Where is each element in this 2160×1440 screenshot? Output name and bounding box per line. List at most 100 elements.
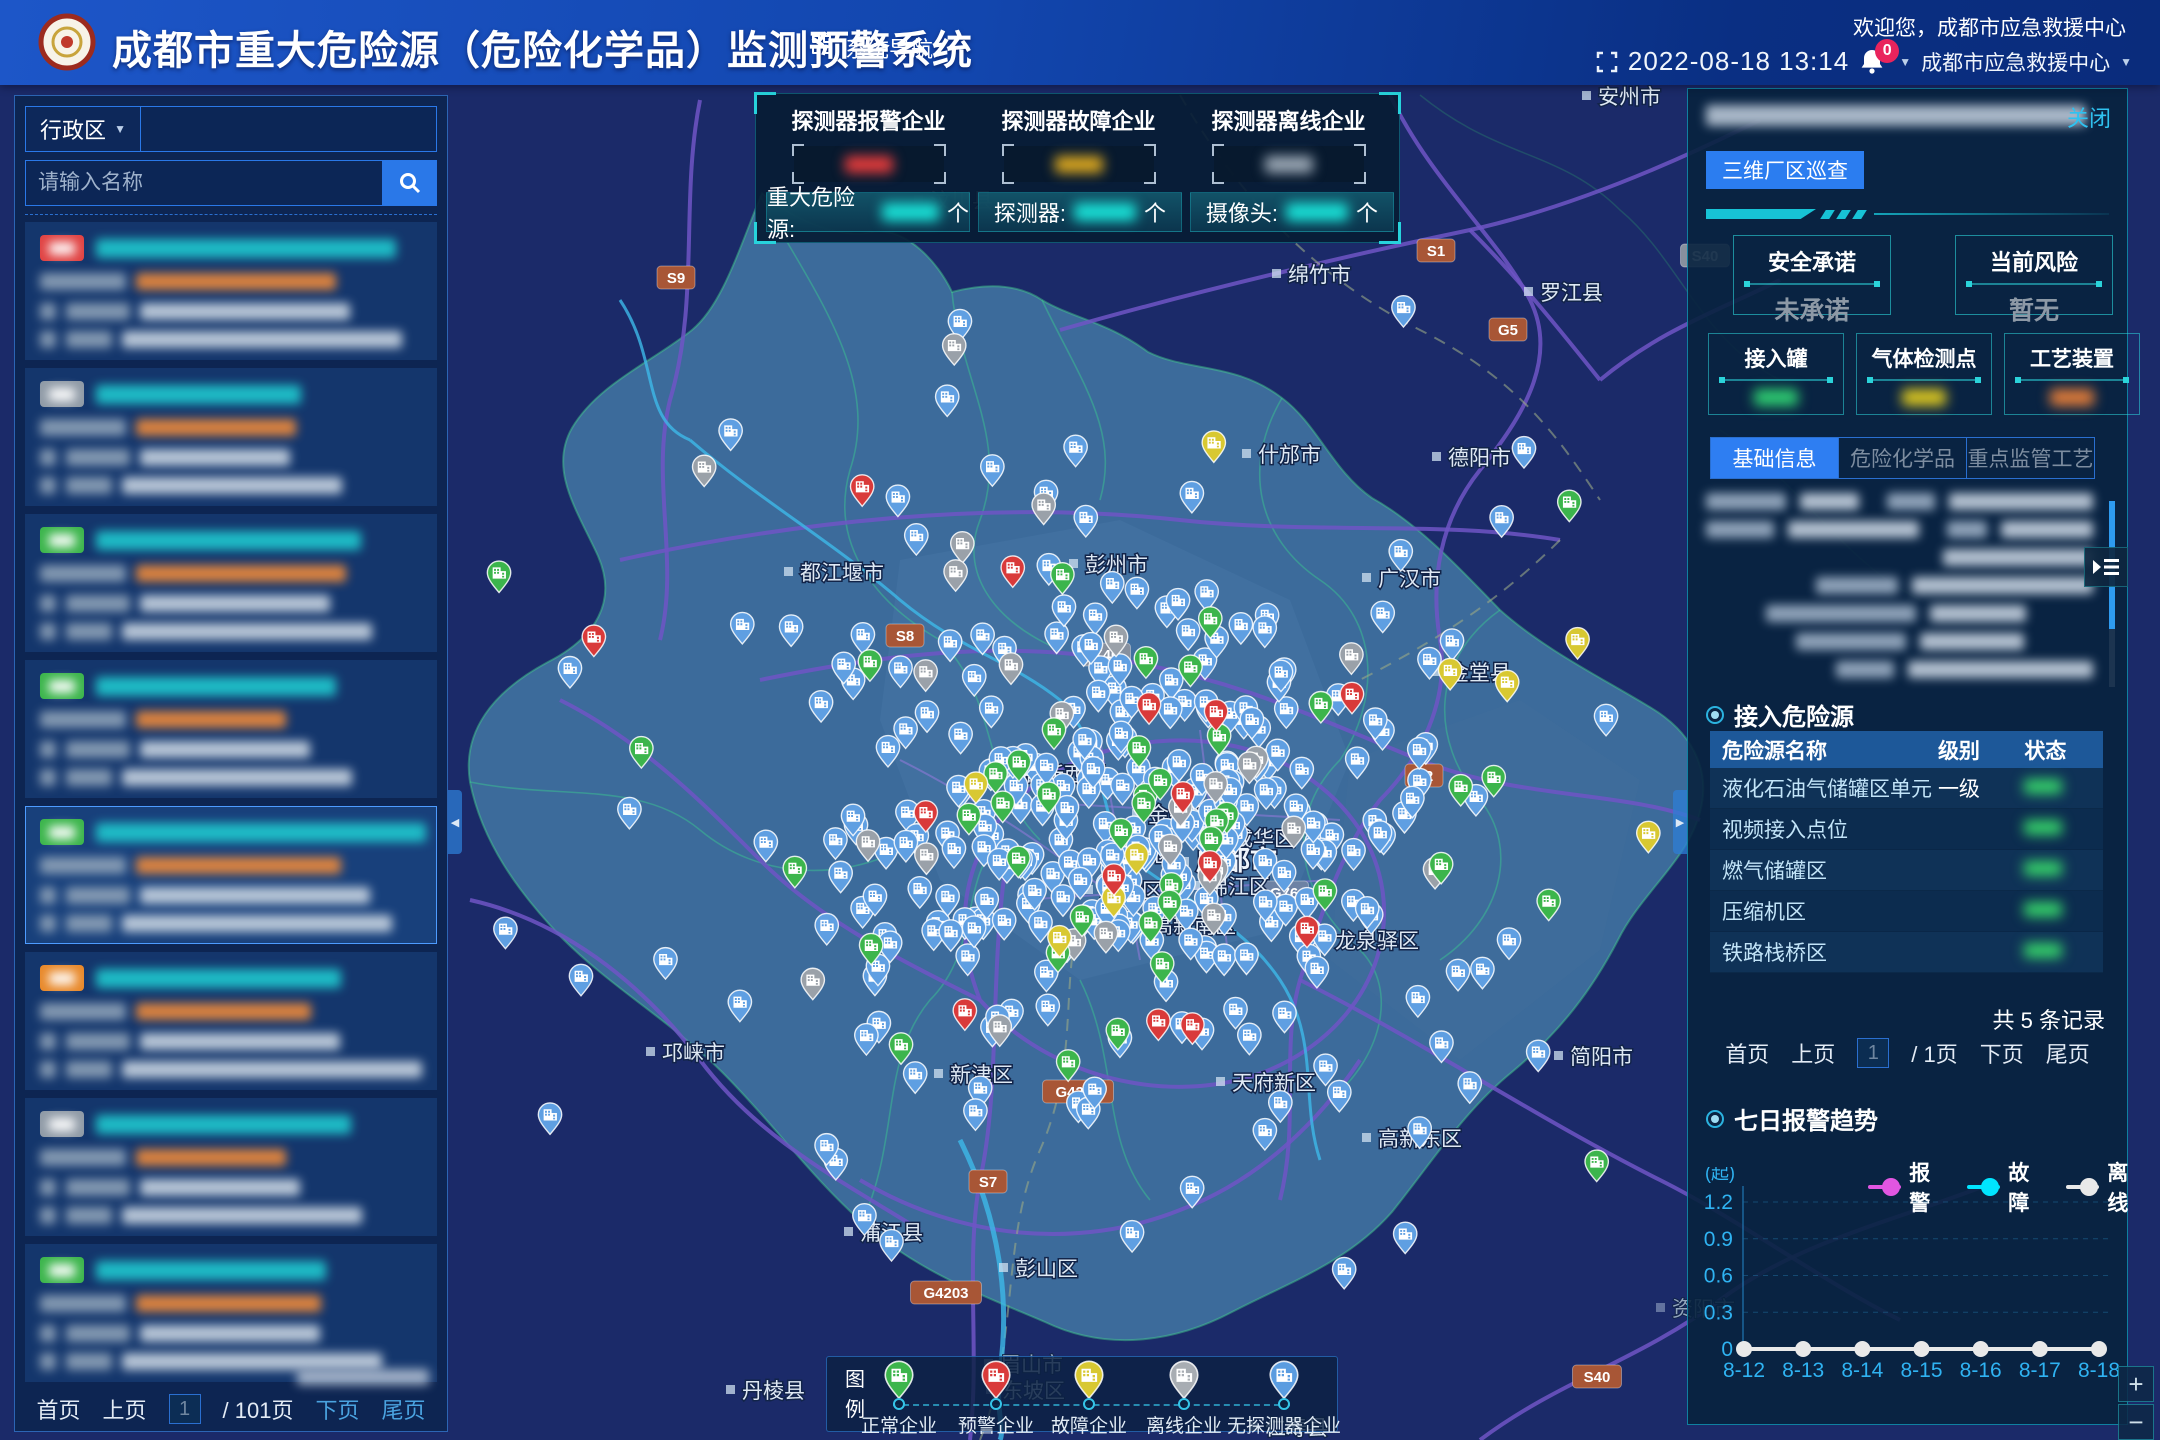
road-number-badge: G5 (1498, 322, 1518, 339)
pager-total-pages: / 101页 (223, 1393, 294, 1425)
close-button[interactable]: 关闭 (2067, 101, 2111, 133)
map-zoom-in-button[interactable]: + (2118, 1366, 2154, 1402)
enterprise-card[interactable] (25, 660, 437, 798)
pager-last[interactable]: 尾页 (381, 1393, 425, 1425)
totals-stat-2: 摄像头:个 (1190, 192, 1394, 232)
enterprise-name-redacted (1706, 105, 2086, 126)
3d-plant-tour-button[interactable]: 三维厂区巡查 (1706, 151, 1864, 189)
address-row-redacted (40, 1061, 422, 1078)
chevron-down-icon[interactable]: ▼ (2120, 55, 2132, 69)
svg-text:1.2: 1.2 (1704, 1191, 1733, 1214)
map-place-label: 简阳市 (1570, 1046, 1633, 1069)
map-place-label: 都江堰市 (800, 562, 884, 585)
basic-info-redacted (1706, 493, 2093, 689)
pager-current-page[interactable]: 1 (169, 1394, 201, 1424)
pager-prev[interactable]: 上页 (1791, 1037, 1835, 1069)
totals-stat-1: 探测器:个 (978, 192, 1182, 232)
divider (2017, 379, 2127, 381)
fullscreen-icon[interactable] (1596, 51, 1618, 73)
pager-last[interactable]: 尾页 (2046, 1037, 2090, 1069)
address-row-redacted (40, 1353, 382, 1370)
metric-card-1: 气体检测点 (1856, 333, 1992, 415)
status-badge (40, 965, 84, 991)
expand-list-button[interactable] (2084, 547, 2128, 587)
legend-marker-circle (1178, 1398, 1190, 1410)
contact-row-redacted (40, 887, 370, 904)
hazard-section-title: 接入危险源 (1734, 697, 1854, 732)
search-button[interactable] (383, 160, 437, 206)
info-scrollbar[interactable] (2109, 501, 2115, 687)
svg-text:0.6: 0.6 (1704, 1265, 1733, 1288)
pager-total-pages: / 1页 (1911, 1037, 1957, 1069)
hazard-type-row-redacted (40, 711, 286, 728)
region-filter-dropdown[interactable]: 行政区 ▼ (25, 106, 141, 152)
enterprise-name-redacted (96, 385, 301, 404)
record-count-redacted (297, 1369, 429, 1385)
table-row[interactable]: 压缩机区 (1710, 891, 2103, 932)
pager-next[interactable]: 下页 (315, 1393, 359, 1425)
safety-promise-label: 安全承诺 (1734, 245, 1890, 277)
detail-panel-collapse-tab[interactable]: ▶ (1673, 790, 1687, 854)
table-row[interactable]: 铁路栈桥区 (1710, 932, 2103, 973)
notification-bell[interactable]: 0 (1859, 47, 1889, 77)
map-place-label: 天府新区 (1232, 1072, 1316, 1095)
detector-stat-value-redacted (1214, 146, 1364, 182)
col-status: 状态 (2024, 735, 2103, 765)
enterprise-name-redacted (96, 1115, 351, 1134)
svg-text:8-14: 8-14 (1841, 1359, 1883, 1382)
region-filter-value-field[interactable] (141, 106, 437, 152)
tab-1[interactable]: 危险化学品 (1839, 438, 1967, 478)
pager-prev[interactable]: 上页 (103, 1393, 147, 1425)
chevron-down-icon[interactable]: ▼ (1899, 55, 1911, 69)
totals-stat-0: 重大危险源:个 (766, 192, 970, 232)
hazard-type-row-redacted (40, 565, 346, 582)
search-input[interactable] (25, 160, 383, 206)
enterprise-card[interactable] (25, 952, 437, 1090)
col-name: 危险源名称 (1710, 735, 1938, 765)
svg-text:8-15: 8-15 (1900, 1359, 1942, 1382)
svg-text:8-12: 8-12 (1723, 1359, 1765, 1382)
road-number-badge: G4203 (923, 1285, 968, 1302)
table-row[interactable]: 液化石油气储罐区单元一级 (1710, 768, 2103, 809)
status-badge (40, 819, 84, 845)
pager-next[interactable]: 下页 (1980, 1037, 2024, 1069)
svg-text:8-13: 8-13 (1782, 1359, 1824, 1382)
radio-dot-icon (1706, 706, 1724, 724)
app-header: 成都市重大危险源（危险化学品）监测预警系统 系统导航 欢迎您，成都市应急救援中心… (0, 0, 2160, 85)
sidebar-collapse-tab[interactable]: ◀ (448, 790, 462, 854)
hazard-type-row-redacted (40, 1295, 321, 1312)
enterprise-name-redacted (96, 677, 336, 696)
enterprise-card[interactable] (25, 806, 437, 944)
legend-pin-icon (1074, 1360, 1104, 1400)
tab-0[interactable]: 基础信息 (1711, 438, 1839, 478)
col-level: 级别 (1938, 735, 2024, 765)
enterprise-card[interactable] (25, 368, 437, 506)
enterprise-card[interactable] (25, 514, 437, 652)
contact-row-redacted (40, 741, 310, 758)
enterprise-card[interactable] (25, 1244, 437, 1382)
divider (1721, 379, 1831, 381)
map-place-label: 丹棱县 (742, 1380, 805, 1403)
hazard-type-row-redacted (40, 419, 296, 436)
table-row[interactable]: 视频接入点位 (1710, 809, 2103, 850)
enterprise-card[interactable] (25, 1098, 437, 1236)
status-badge (40, 527, 84, 553)
system-nav-link[interactable]: 系统导航 (845, 32, 933, 64)
pager-first[interactable]: 首页 (1725, 1037, 1769, 1069)
tab-2[interactable]: 重点监管工艺 (1967, 438, 2094, 478)
legend-pin-icon (981, 1360, 1011, 1400)
current-org[interactable]: 成都市应急救援中心 (1921, 47, 2110, 77)
map-place-label: 德阳市 (1448, 447, 1511, 470)
map-zoom-out-button[interactable]: − (2118, 1404, 2154, 1440)
status-badge (40, 381, 84, 407)
address-row-redacted (40, 769, 352, 786)
table-row[interactable]: 燃气储罐区 (1710, 850, 2103, 891)
pager-first[interactable]: 首页 (37, 1393, 81, 1425)
welcome-text: 欢迎您，成都市应急救援中心 (1853, 12, 2126, 42)
status-badge (40, 673, 84, 699)
pager-current-page[interactable]: 1 (1857, 1038, 1889, 1068)
detector-stat-label: 探测器报警企业 (768, 104, 969, 136)
address-row-redacted (40, 477, 342, 494)
enterprise-card[interactable] (25, 222, 437, 360)
detector-stat-0: 探测器报警企业 (768, 104, 969, 182)
